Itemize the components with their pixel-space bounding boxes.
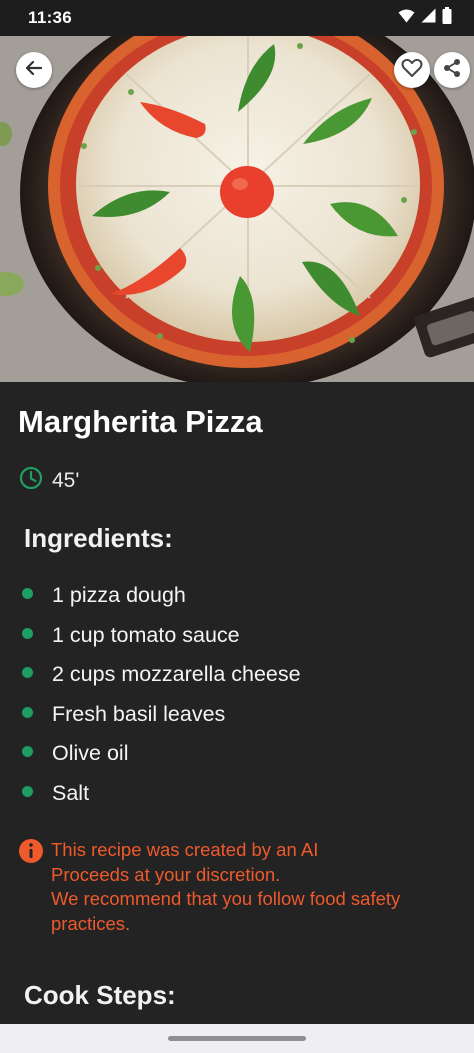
notice-line: This recipe was created by an AI — [51, 839, 319, 860]
bullet-icon — [22, 627, 33, 639]
clock-icon — [19, 466, 43, 495]
recipe-screen: 11:36 Margherita Pizza 45' Ingredients: … — [0, 0, 474, 1053]
heart-icon — [401, 58, 423, 83]
ingredient-text: 2 cups mozzarella cheese — [52, 662, 301, 687]
home-gesture-handle[interactable] — [168, 1036, 306, 1041]
cook-time-value: 45' — [52, 468, 80, 492]
ingredient-text: 1 pizza dough — [52, 583, 186, 608]
bullet-icon — [22, 746, 33, 758]
notice-line: We recommend that you follow food safety — [51, 888, 401, 909]
list-item: Fresh basil leaves — [22, 695, 452, 735]
ingredient-text: Olive oil — [52, 741, 129, 766]
ingredient-list: 1 pizza dough 1 cup tomato sauce 2 cups … — [22, 576, 452, 813]
share-icon — [442, 58, 462, 83]
status-bar: 11:36 — [0, 0, 474, 36]
notice-line: Proceeds at your discretion. — [51, 863, 281, 885]
navigation-bar — [0, 1024, 474, 1053]
bullet-icon — [22, 667, 33, 679]
back-arrow-icon — [24, 58, 44, 83]
cook-steps-heading: Cook Steps: — [24, 980, 176, 1010]
ai-disclaimer: This recipe was created by an AI Proceed… — [18, 838, 458, 936]
status-icons — [398, 7, 452, 29]
notice-line: practices. — [51, 912, 131, 934]
favorite-button[interactable] — [394, 52, 430, 88]
share-button[interactable] — [434, 52, 470, 88]
ingredient-text: Salt — [52, 780, 90, 805]
signal-icon — [421, 8, 436, 28]
bullet-icon — [22, 588, 33, 600]
ai-disclaimer-text: This recipe was created by an AI Proceed… — [51, 838, 400, 936]
ingredient-text: 1 cup tomato sauce — [52, 622, 240, 647]
wifi-icon — [398, 9, 415, 28]
cook-time: 45' — [19, 466, 79, 495]
list-item: 1 cup tomato sauce — [22, 616, 452, 656]
info-icon — [18, 838, 44, 936]
pizza-photo — [0, 36, 474, 382]
ingredient-text: Fresh basil leaves — [52, 701, 226, 726]
recipe-title: Margherita Pizza — [18, 404, 263, 439]
list-item: 2 cups mozzarella cheese — [22, 655, 452, 695]
list-item: Salt — [22, 774, 452, 814]
bullet-icon — [22, 706, 33, 718]
back-button[interactable] — [16, 52, 52, 88]
list-item: 1 pizza dough — [22, 576, 452, 616]
bullet-icon — [22, 785, 33, 797]
battery-icon — [442, 7, 452, 29]
status-time: 11:36 — [28, 8, 73, 27]
list-item: Olive oil — [22, 734, 452, 774]
ingredients-heading: Ingredients: — [24, 523, 173, 553]
recipe-hero-image — [0, 36, 474, 382]
